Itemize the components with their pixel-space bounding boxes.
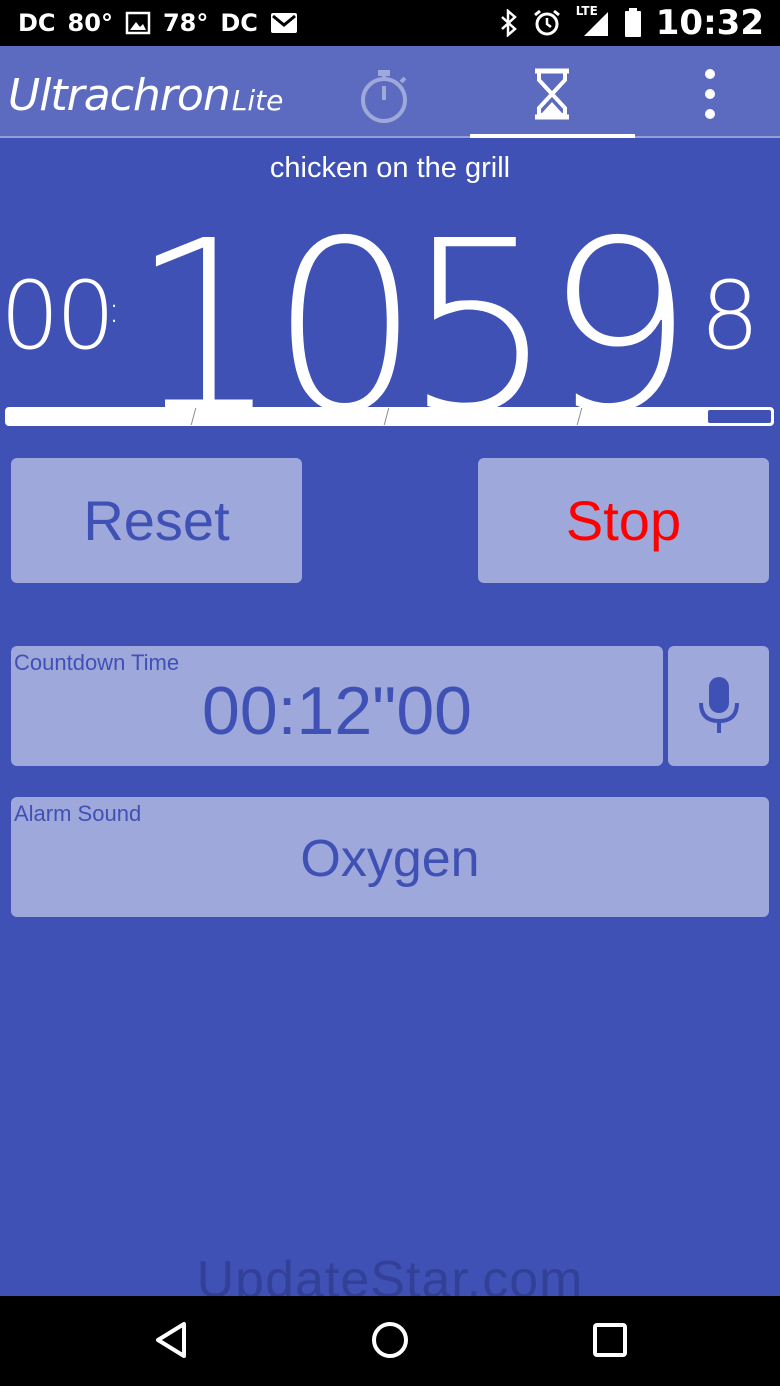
voice-input-button[interactable] xyxy=(668,646,769,766)
home-icon xyxy=(372,1322,408,1358)
status-dc-1: DC xyxy=(18,9,56,37)
microphone-icon xyxy=(698,677,739,733)
progress-tick xyxy=(576,408,583,425)
stopwatch-icon xyxy=(361,70,407,123)
progress-tick xyxy=(383,408,390,425)
status-right: LTE 10:32 xyxy=(500,0,764,46)
status-left: DC 80° 78° DC xyxy=(18,0,298,46)
timer-progress-bar xyxy=(5,407,774,426)
timer-display: 00 : 10 : 59 . 8 xyxy=(0,190,780,465)
tab-stopwatch[interactable] xyxy=(352,64,416,128)
signal-lte-icon: LTE xyxy=(576,4,610,38)
timer-label: chicken on the grill xyxy=(269,152,511,184)
app-bar-divider xyxy=(0,136,780,138)
stop-button[interactable]: Stop xyxy=(478,458,769,583)
alarm-clock-icon xyxy=(533,9,560,36)
reset-button[interactable]: Reset xyxy=(11,458,302,583)
hourglass-icon xyxy=(535,68,569,120)
app-logo: UltrachronLite xyxy=(8,70,283,121)
timer-colon-hours: : xyxy=(108,290,121,331)
recents-icon xyxy=(593,1323,627,1357)
timer-decimal: . xyxy=(656,288,668,329)
logo-main: Ultrachron xyxy=(8,70,231,121)
logo-suffix: Lite xyxy=(231,84,284,117)
back-icon xyxy=(156,1322,186,1358)
navigation-bar xyxy=(0,1296,780,1386)
app-bar: UltrachronLite xyxy=(0,46,780,138)
status-bar: DC 80° 78° DC LTE 10:32 xyxy=(0,0,780,46)
timer-hours: 00 xyxy=(0,262,116,371)
status-dc-2: DC xyxy=(220,9,258,37)
overflow-menu-icon xyxy=(705,69,715,119)
battery-icon xyxy=(624,8,641,37)
tab-timer[interactable] xyxy=(470,46,635,138)
overflow-menu-button[interactable] xyxy=(690,64,730,124)
countdown-time-field[interactable]: Countdown Time 00:12"00 xyxy=(11,646,663,766)
alarm-sound-field[interactable]: Alarm Sound Oxygen xyxy=(11,797,769,917)
countdown-time-value: 00:12"00 xyxy=(202,673,472,749)
alarm-sound-label: Alarm Sound xyxy=(14,801,142,826)
status-temp-1: 80° xyxy=(67,9,113,37)
nav-back-button[interactable] xyxy=(150,1318,194,1362)
nav-recents-button[interactable] xyxy=(588,1318,632,1362)
image-icon xyxy=(125,11,151,35)
timer-colon-minutes: : xyxy=(380,278,399,343)
status-time: 10:32 xyxy=(655,3,764,43)
progress-remaining xyxy=(707,410,771,423)
status-temp-2: 78° xyxy=(162,9,209,37)
timer-tenths: 8 xyxy=(700,262,760,371)
bluetooth-icon xyxy=(500,9,517,37)
nav-home-button[interactable] xyxy=(368,1318,412,1362)
alarm-sound-value: Oxygen xyxy=(300,830,480,888)
gmail-icon xyxy=(270,13,297,33)
progress-tick xyxy=(190,408,197,425)
